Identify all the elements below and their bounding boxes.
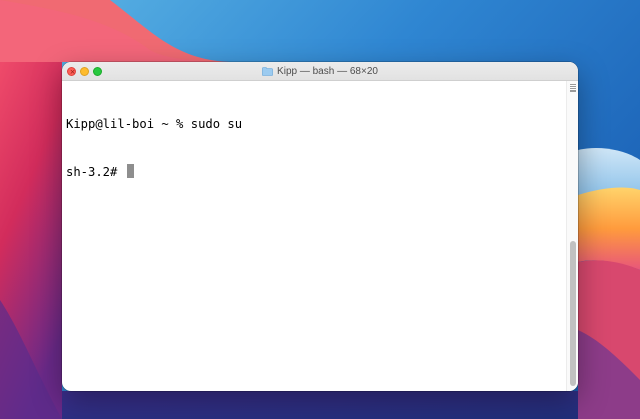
terminal-prompt: sh-3.2# [66,165,125,179]
terminal-prompt-line: sh-3.2# [66,164,562,180]
terminal-output[interactable]: Kipp@lil-boi ~ % sudo su sh-3.2# [62,81,566,391]
split-pane-grip-icon[interactable] [570,84,576,92]
window-title: Kipp — bash — 68×20 [62,62,578,81]
window-titlebar[interactable]: × Kipp — bash — 68×20 [62,62,578,81]
scrollbar-thumb[interactable] [570,241,576,386]
vertical-scrollbar[interactable] [566,81,578,391]
window-title-text: Kipp — bash — 68×20 [277,66,378,77]
folder-icon [262,67,273,76]
text-cursor [126,164,134,178]
terminal-line: Kipp@lil-boi ~ % sudo su [66,117,243,131]
terminal-window[interactable]: × Kipp — bash — 68×20 Kipp@lil-boi ~ % s… [62,62,578,391]
